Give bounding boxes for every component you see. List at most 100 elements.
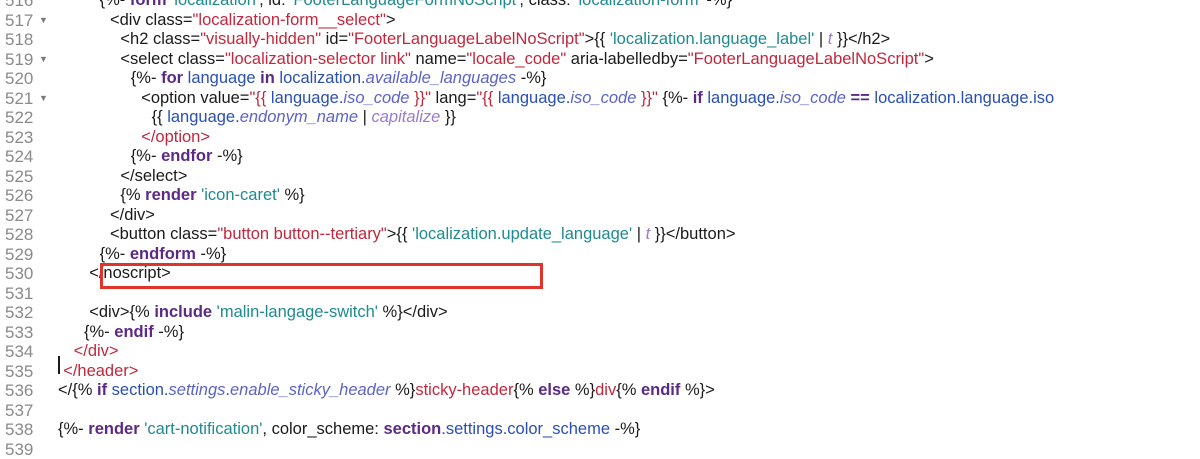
- line-number-text: 536: [5, 381, 33, 400]
- code-token: </div>: [74, 342, 119, 360]
- code-token: section: [383, 420, 441, 438]
- code-token: 'localization': [171, 0, 259, 9]
- line-number: 534: [0, 342, 52, 362]
- code-line[interactable]: </div>: [58, 206, 1200, 226]
- code-line[interactable]: [58, 440, 1200, 459]
- code-line[interactable]: </option>: [58, 128, 1200, 148]
- line-number: 516: [0, 0, 52, 11]
- code-token: 'malin-langage-switch': [217, 303, 378, 321]
- code-token: -%}: [610, 420, 640, 438]
- code-token: {%: [120, 186, 140, 204]
- code-line[interactable]: [58, 401, 1200, 421]
- line-number: 529: [0, 245, 52, 265]
- code-token: div: [595, 381, 616, 399]
- code-token: "FooterLanguageLabelNoScript": [688, 50, 924, 68]
- code-token: , class:: [519, 0, 575, 9]
- fold-arrow-icon[interactable]: ▼: [39, 50, 48, 70]
- code-line[interactable]: </select>: [58, 167, 1200, 187]
- line-number-text: 531: [5, 284, 33, 303]
- code-line[interactable]: <div>{% include 'malin-langage-switch' %…: [58, 303, 1200, 323]
- code-line[interactable]: {%- form 'localization', id: 'FooterLang…: [58, 0, 1200, 11]
- code-line[interactable]: </div>: [58, 342, 1200, 362]
- code-line[interactable]: {%- endform -%}: [58, 245, 1200, 265]
- code-token: <select class=: [120, 50, 225, 68]
- code-token: "{{: [249, 89, 270, 107]
- line-number-text: 528: [5, 225, 33, 244]
- line-number-text: 534: [5, 342, 33, 361]
- line-number-text: 516: [5, 0, 33, 10]
- fold-arrow-icon[interactable]: ▼: [39, 11, 48, 31]
- code-token: 'icon-caret': [201, 186, 280, 204]
- code-line[interactable]: {%- for language in localization.availab…: [58, 69, 1200, 89]
- code-line[interactable]: <select class="localization-selector lin…: [58, 50, 1200, 70]
- code-token: form: [125, 0, 171, 9]
- code-token: %}</div>: [378, 303, 448, 321]
- code-line[interactable]: </{% if section.settings.enable_sticky_h…: [58, 381, 1200, 401]
- code-token: settings: [169, 381, 226, 399]
- code-token: enable_sticky_header: [230, 381, 391, 399]
- code-token: >: [386, 11, 396, 29]
- line-number: 520: [0, 69, 52, 89]
- code-token: include: [150, 303, 217, 321]
- code-token: else: [534, 381, 575, 399]
- code-token: sticky-header: [415, 381, 513, 399]
- code-line[interactable]: <div class="localization-form__select">: [58, 11, 1200, 31]
- code-token: 'FooterLanguageFormNoScript': [290, 0, 519, 9]
- line-number: 527: [0, 206, 52, 226]
- code-token: for: [156, 69, 187, 87]
- code-token: if: [688, 89, 707, 107]
- line-number: 538: [0, 420, 52, 440]
- code-token: section.: [112, 381, 169, 399]
- code-token: in: [260, 69, 275, 87]
- code-token: localization.language.iso: [874, 89, 1054, 107]
- code-token: {{: [152, 108, 168, 126]
- code-line[interactable]: {{ language.endonym_name | capitalize }}: [58, 108, 1200, 128]
- code-line[interactable]: <button class="button button--tertiary">…: [58, 225, 1200, 245]
- code-token: -%}: [217, 147, 243, 165]
- line-number: 526: [0, 186, 52, 206]
- code-token: endform: [125, 245, 200, 263]
- code-token: {%-: [131, 147, 157, 165]
- code-token: language: [188, 69, 261, 87]
- code-token: >{{: [387, 225, 412, 243]
- fold-arrow-icon[interactable]: ▼: [39, 89, 48, 109]
- code-line[interactable]: <h2 class="visually-hidden" id="FooterLa…: [58, 30, 1200, 50]
- line-number: 537: [0, 401, 52, 421]
- code-token: {%-: [131, 69, 157, 87]
- code-token: .settings.color_scheme: [441, 420, 610, 438]
- code-token: %}: [280, 186, 305, 204]
- line-number: 530: [0, 264, 52, 284]
- line-number-text: 521: [5, 89, 33, 108]
- line-number: 536: [0, 381, 52, 401]
- code-token: </div>: [110, 206, 155, 224]
- code-line[interactable]: {%- endfor -%}: [58, 147, 1200, 167]
- line-number: 521 ▼: [0, 89, 52, 109]
- code-token: <h2 class=: [120, 30, 200, 48]
- highlight-annotation-box: [100, 263, 543, 289]
- code-token: %}: [575, 381, 595, 399]
- code-token: {%-: [58, 420, 84, 438]
- line-number-text: 525: [5, 167, 33, 186]
- code-line[interactable]: {% render 'icon-caret' %}: [58, 186, 1200, 206]
- line-number: 532: [0, 303, 52, 323]
- code-line[interactable]: </header>: [58, 362, 1200, 382]
- code-token: language.: [707, 89, 780, 107]
- code-token: iso_code: [780, 89, 846, 107]
- code-token: render: [141, 186, 202, 204]
- code-token: lang=: [431, 89, 476, 107]
- line-number-text: 518: [5, 30, 33, 49]
- code-token: }}</h2>: [832, 30, 890, 48]
- code-token: >: [924, 50, 934, 68]
- code-line[interactable]: <option value="{{ language.iso_code }}" …: [58, 89, 1200, 109]
- code-token: >{{: [585, 30, 610, 48]
- code-token: {%-: [100, 0, 126, 9]
- code-area[interactable]: {%- form 'localization', id: 'FooterLang…: [58, 0, 1200, 459]
- code-token: -%}: [158, 323, 184, 341]
- code-token: endfor: [156, 147, 217, 165]
- code-token: 'cart-notification': [144, 420, 262, 438]
- code-line[interactable]: {%- endif -%}: [58, 323, 1200, 343]
- code-token: }}</button>: [650, 225, 735, 243]
- code-token: , color_scheme:: [262, 420, 383, 438]
- code-token: {%-: [658, 89, 688, 107]
- code-line[interactable]: {%- render 'cart-notification', color_sc…: [58, 420, 1200, 440]
